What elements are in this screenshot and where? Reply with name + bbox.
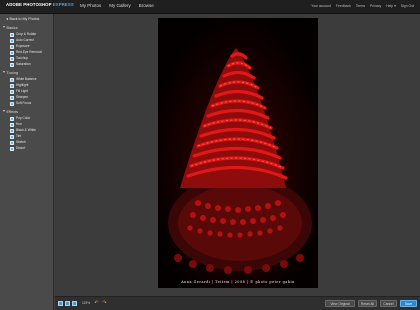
tool-sketch[interactable]: Sketch <box>10 140 26 145</box>
distort-icon <box>10 146 14 151</box>
auto-correct-icon <box>10 38 14 43</box>
tool-hue[interactable]: Hue <box>10 122 22 127</box>
tool-highlight[interactable]: Highlight <box>10 83 28 88</box>
section-title: Tuning <box>6 71 18 75</box>
editor-canvas: Anna Gerardi | Teitem | 2008 | © photo p… <box>55 14 420 296</box>
link-privacy[interactable]: Privacy <box>370 4 381 9</box>
tool-sharpen[interactable]: Sharpen <box>10 95 28 100</box>
photoshop-express-editor: ADOBE PHOTOSHOP EXPRESS My Photos My Gal… <box>0 0 420 310</box>
tool-label: Black & White <box>16 128 36 132</box>
tool-soft-focus[interactable]: Soft Focus <box>10 101 31 106</box>
link-feedback[interactable]: Feedback <box>336 4 351 9</box>
nav-browse[interactable]: Browse <box>139 3 154 9</box>
bottom-toolbar: 119% ↶ ↷ View Original Reset All Cancel … <box>55 296 420 310</box>
zoom-level: 119% <box>82 301 91 305</box>
redo-icon[interactable]: ↷ <box>102 301 106 306</box>
brand-name: ADOBE PHOTOSHOP <box>6 2 52 7</box>
tool-label: Pop Color <box>16 116 31 120</box>
section-tuning[interactable]: Tuning <box>3 71 18 76</box>
link-your-account[interactable]: Your account <box>311 4 331 9</box>
expand-triangle-icon <box>3 110 5 113</box>
nav-my-gallery[interactable]: My Gallery <box>109 3 131 9</box>
tool-exposure[interactable]: Exposure <box>10 44 29 49</box>
sketch-icon <box>10 140 14 145</box>
black-white-icon <box>10 128 14 133</box>
touchup-icon <box>10 56 14 61</box>
undo-icon[interactable]: ↶ <box>94 301 98 306</box>
red-eye-icon <box>10 50 14 55</box>
tool-white-balance[interactable]: White Balance <box>10 77 37 82</box>
account-links: Your account Feedback Terms Privacy Help… <box>311 4 414 9</box>
tool-label: Saturation <box>16 62 31 66</box>
view-controls: 119% ↶ ↷ <box>58 301 107 306</box>
tool-tint[interactable]: Tint <box>10 134 21 139</box>
view-original-button[interactable]: View Original <box>325 300 355 307</box>
crop-icon <box>10 32 14 37</box>
tool-touchup[interactable]: Touchup <box>10 56 28 61</box>
back-arrow-icon <box>6 17 8 20</box>
save-button[interactable]: Save <box>400 300 417 307</box>
tool-label: Fill Light <box>16 89 28 93</box>
saturation-icon <box>10 62 14 67</box>
photo-preview[interactable]: Anna Gerardi | Teitem | 2008 | © photo p… <box>158 18 318 288</box>
photo-caption: Anna Gerardi | Teitem | 2008 | © photo p… <box>181 280 295 284</box>
tool-label: Distort <box>16 146 26 150</box>
tool-label: Touchup <box>16 56 29 60</box>
tool-label: Highlight <box>16 83 29 87</box>
nav-my-photos[interactable]: My Photos <box>80 3 101 9</box>
section-basics[interactable]: Basics <box>3 26 18 31</box>
tool-crop-rotate[interactable]: Crop & Rotate <box>10 32 36 37</box>
tool-label: White Balance <box>16 77 37 81</box>
tool-label: Auto Correct <box>16 38 34 42</box>
expand-triangle-icon <box>3 26 5 29</box>
brand-logo[interactable]: ADOBE PHOTOSHOP EXPRESS <box>6 2 74 7</box>
tool-label: Sketch <box>16 140 26 144</box>
brand-suffix: EXPRESS <box>52 2 74 7</box>
exposure-icon <box>10 44 14 49</box>
white-balance-icon <box>10 77 14 82</box>
top-bar: ADOBE PHOTOSHOP EXPRESS My Photos My Gal… <box>0 0 420 14</box>
highlight-icon <box>10 83 14 88</box>
tool-distort[interactable]: Distort <box>10 146 25 151</box>
pop-color-icon <box>10 116 14 121</box>
tool-saturation[interactable]: Saturation <box>10 62 31 67</box>
tool-label: Crop & Rotate <box>16 32 37 36</box>
hue-icon <box>10 122 14 127</box>
main-nav: My Photos My Gallery Browse <box>80 3 154 9</box>
expand-triangle-icon <box>3 71 5 74</box>
link-help[interactable]: Help ▾ <box>386 4 396 9</box>
tool-red-eye[interactable]: Red-Eye Removal <box>10 50 42 55</box>
actual-size-icon[interactable] <box>65 301 70 306</box>
tool-pop-color[interactable]: Pop Color <box>10 116 30 121</box>
tint-icon <box>10 134 14 139</box>
section-effects[interactable]: Effects <box>3 110 18 115</box>
tools-sidebar: Back to My Photos Basics Crop & Rotate A… <box>0 14 54 310</box>
fill-light-icon <box>10 89 14 94</box>
soft-focus-icon <box>10 101 14 106</box>
back-label: Back to My Photos <box>9 17 40 21</box>
link-sign-out[interactable]: Sign Out <box>401 4 414 9</box>
photo-image <box>158 18 318 288</box>
tool-label: Sharpen <box>16 95 29 99</box>
zoom-icon[interactable] <box>72 301 77 306</box>
tool-label: Hue <box>16 122 22 126</box>
tool-label: Tint <box>16 134 22 138</box>
cancel-button[interactable]: Cancel <box>380 300 397 307</box>
tool-label: Soft Focus <box>16 101 32 105</box>
reset-all-button[interactable]: Reset All <box>358 300 377 307</box>
tool-black-white[interactable]: Black & White <box>10 128 36 133</box>
link-terms[interactable]: Terms <box>356 4 365 9</box>
tool-label: Red-Eye Removal <box>16 50 42 54</box>
tool-fill-light[interactable]: Fill Light <box>10 89 28 94</box>
back-to-my-photos-link[interactable]: Back to My Photos <box>6 17 39 22</box>
section-title: Effects <box>6 110 19 114</box>
section-title: Basics <box>6 26 18 30</box>
tool-auto-correct[interactable]: Auto Correct <box>10 38 34 43</box>
tool-label: Exposure <box>16 44 30 48</box>
sharpen-icon <box>10 95 14 100</box>
fit-view-icon[interactable] <box>58 301 63 306</box>
